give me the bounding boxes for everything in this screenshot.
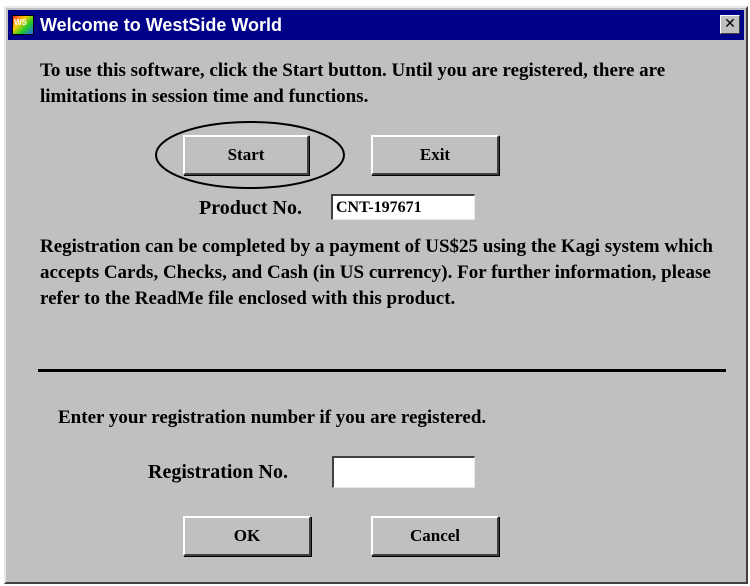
cancel-button[interactable]: Cancel bbox=[371, 516, 499, 556]
title-bar[interactable]: WS Welcome to WestSide World ✕ bbox=[8, 10, 744, 40]
close-button[interactable]: ✕ bbox=[720, 15, 740, 34]
product-number-field[interactable] bbox=[331, 194, 475, 220]
app-icon-text: WS bbox=[14, 18, 27, 27]
window-title: Welcome to WestSide World bbox=[40, 15, 283, 35]
intro-text: To use this software, click the Start bu… bbox=[40, 60, 666, 107]
exit-button[interactable]: Exit bbox=[371, 135, 499, 175]
registration-number-input[interactable] bbox=[332, 456, 475, 488]
registration-number-label: Registration No. bbox=[148, 461, 288, 483]
registration-prompt: Enter your registration number if you ar… bbox=[58, 407, 487, 428]
registration-info-text: Registration can be completed by a payme… bbox=[40, 236, 713, 309]
start-button[interactable]: Start bbox=[183, 135, 309, 175]
ok-button[interactable]: OK bbox=[183, 516, 311, 556]
close-icon: ✕ bbox=[724, 16, 736, 32]
westside-app-icon: WS bbox=[12, 15, 34, 35]
welcome-dialog: WS Welcome to WestSide World ✕ To use th… bbox=[4, 6, 748, 584]
divider bbox=[38, 369, 726, 372]
product-number-label: Product No. bbox=[199, 197, 302, 219]
